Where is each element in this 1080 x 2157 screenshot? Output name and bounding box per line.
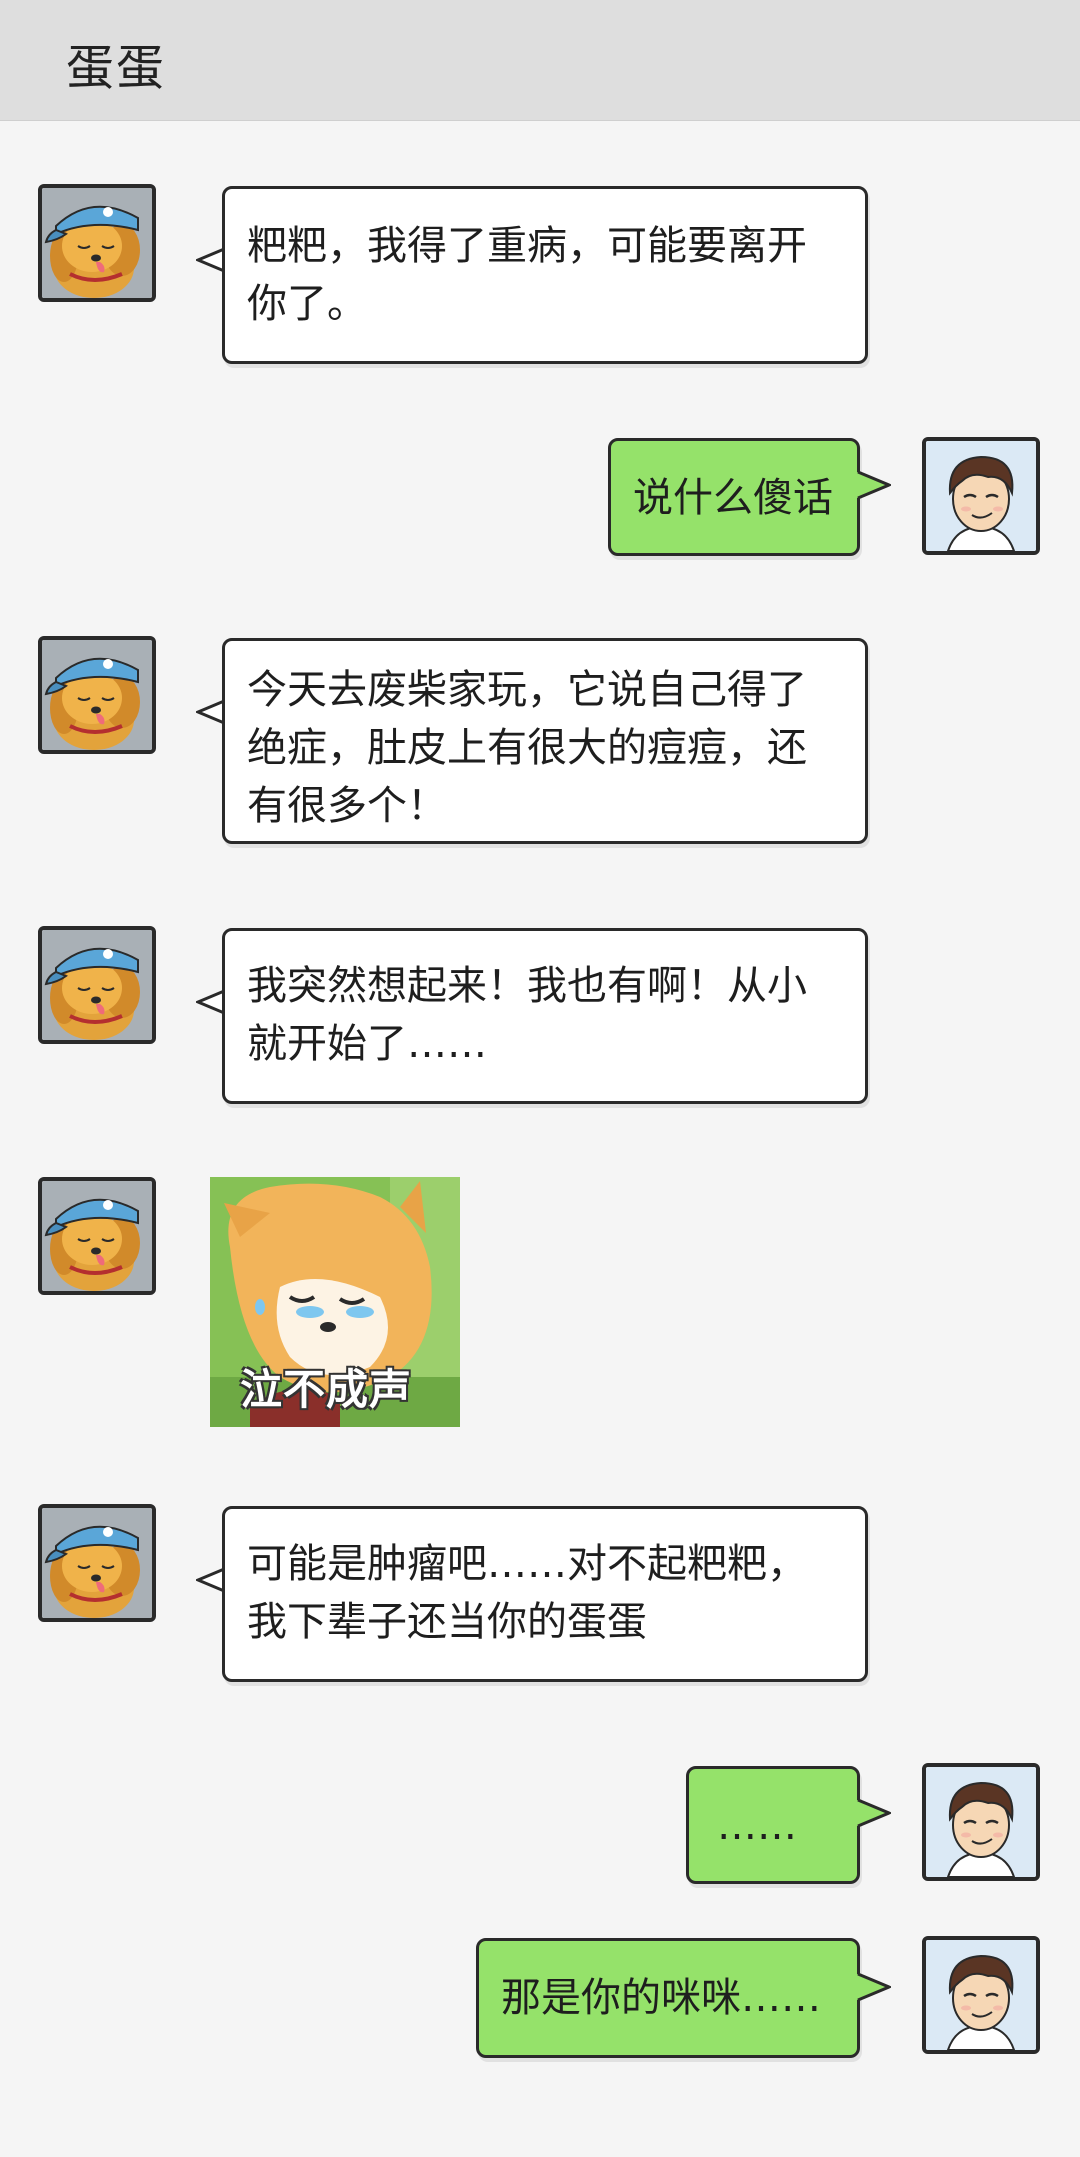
message-bubble-incoming[interactable]: 可能是肿瘤吧……对不起粑粑， 我下辈子还当你的蛋蛋: [222, 1506, 868, 1682]
boy-avatar[interactable]: [922, 437, 1040, 555]
message-line: 你了。: [247, 281, 367, 327]
bubble-tail: [857, 1972, 891, 2002]
message-bubble-incoming[interactable]: 粑粑，我得了重病，可能要离开 你了。: [222, 186, 868, 364]
message-line: 就开始了……: [247, 1021, 487, 1067]
dog-avatar[interactable]: [38, 1177, 156, 1295]
message-bubble-incoming[interactable]: 今天去废柴家玩，它说自己得了 绝症，肚皮上有很大的痘痘，还 有很多个！: [222, 638, 868, 844]
dog-avatar[interactable]: [38, 926, 156, 1044]
message-line: ……: [717, 1803, 797, 1849]
bubble-tail: [857, 470, 891, 500]
golden-retriever-cap-icon: [42, 1181, 152, 1291]
crying-shiba-sticker[interactable]: 泣不成声: [210, 1177, 460, 1427]
dog-avatar[interactable]: [38, 184, 156, 302]
message-line: 说什么傻话: [633, 475, 833, 521]
golden-retriever-cap-icon: [42, 188, 152, 298]
boy-face-icon: [926, 441, 1036, 551]
message-bubble-outgoing[interactable]: ……: [686, 1766, 860, 1884]
dog-avatar[interactable]: [38, 1504, 156, 1622]
message-line: 有很多个！: [247, 783, 447, 829]
message-line: 今天去废柴家玩，它说自己得了: [247, 667, 807, 713]
bubble-tail: [857, 1798, 891, 1828]
message-line: 我突然想起来！我也有啊！从小: [247, 963, 807, 1009]
boy-avatar[interactable]: [922, 1763, 1040, 1881]
dog-avatar[interactable]: [38, 636, 156, 754]
message-bubble-incoming[interactable]: 我突然想起来！我也有啊！从小 就开始了……: [222, 928, 868, 1104]
golden-retriever-cap-icon: [42, 930, 152, 1040]
message-line: 可能是肿瘤吧……对不起粑粑，: [247, 1541, 807, 1587]
boy-face-icon: [926, 1767, 1036, 1877]
message-bubble-outgoing[interactable]: 说什么傻话: [608, 438, 860, 556]
message-bubble-outgoing[interactable]: 那是你的咪咪……: [476, 1938, 860, 2058]
golden-retriever-cap-icon: [42, 640, 152, 750]
boy-face-icon: [926, 1940, 1036, 2050]
chat-title: 蛋蛋: [66, 40, 167, 96]
message-line: 粑粑，我得了重病，可能要离开: [247, 223, 807, 269]
sticker-caption: 泣不成声: [240, 1365, 413, 1414]
chat-header: 蛋蛋: [0, 0, 1080, 121]
golden-retriever-cap-icon: [42, 1508, 152, 1618]
message-line: 绝症，肚皮上有很大的痘痘，还: [247, 725, 807, 771]
message-line: 那是你的咪咪……: [501, 1975, 821, 2021]
boy-avatar[interactable]: [922, 1936, 1040, 2054]
message-line: 我下辈子还当你的蛋蛋: [247, 1599, 647, 1645]
